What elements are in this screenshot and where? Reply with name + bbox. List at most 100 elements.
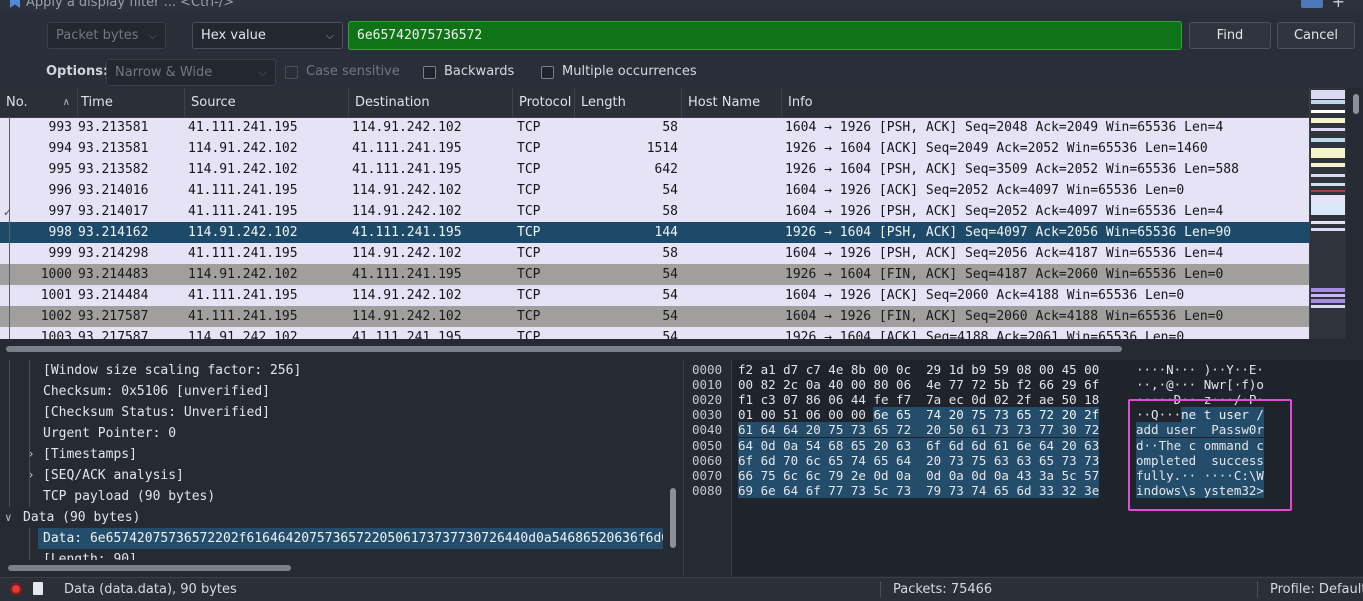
column-header-protocol[interactable]: Protocol — [513, 88, 575, 117]
details-hscrollbar[interactable] — [0, 560, 663, 576]
packet-row[interactable]: 998 93.214162 114.91.242.102 41.111.241.195… — [0, 222, 1309, 243]
search-in-select[interactable]: Packet bytes ⌵ — [47, 22, 166, 49]
packet-row[interactable]: 997 93.214017 41.111.241.195 114.91.242.102… — [0, 201, 1309, 222]
apply-filter-icon[interactable] — [1301, 0, 1323, 8]
packet-cell-time: 93.214483 — [78, 267, 149, 282]
hex-line[interactable]: f2 a1 d7 c7 4e 8b 00 0c 29 1d b9 59 08 0… — [738, 362, 1099, 377]
packet-row[interactable]: 999 93.214298 41.111.241.195 114.91.242.102… — [0, 243, 1309, 264]
packet-cell-info: 1604 → 1926 [FIN, ACK] Seq=2060 Ack=4188… — [785, 309, 1224, 324]
tree-item-checksum[interactable]: Checksum: 0x5106 [unverified] — [43, 381, 270, 402]
ascii-highlight-box — [1128, 399, 1292, 511]
hex-line[interactable]: 01 00 51 06 00 00 6e 65 74 20 75 73 65 7… — [738, 407, 1100, 423]
capture-comment-icon[interactable] — [33, 582, 43, 595]
packet-cell-time: 93.214016 — [78, 183, 149, 198]
column-header-no[interactable]: No. ∧ — [0, 88, 78, 117]
chevron-down-icon: ⌵ — [325, 29, 334, 42]
packet-cell-src: 41.111.241.195 — [188, 120, 298, 135]
tree-item-urgent-pointer[interactable]: Urgent Pointer: 0 — [43, 423, 176, 444]
packet-list-minimap[interactable] — [1309, 88, 1347, 339]
packet-list-vscrollbar[interactable] — [1346, 88, 1363, 339]
column-header-length[interactable]: Length — [575, 88, 682, 117]
packet-row[interactable]: 1003 93.217587 114.91.242.102 41.111.241.19… — [0, 327, 1309, 339]
scroll-thumb[interactable] — [670, 488, 676, 548]
packet-cell-src: 41.111.241.195 — [188, 204, 298, 219]
packet-details-tree[interactable]: [Window size scaling factor: 256] Checks… — [0, 360, 663, 576]
packet-cell-len: 54 — [662, 288, 678, 303]
multiple-occurrences-checkbox[interactable] — [541, 66, 554, 79]
hex-line[interactable]: 00 82 2c 0a 40 00 80 06 4e 77 72 5b f2 6… — [738, 377, 1099, 392]
tree-item-tcp-payload[interactable]: TCP payload (90 bytes) — [43, 486, 215, 507]
packet-cell-dst: 114.91.242.102 — [352, 288, 462, 303]
packet-cell-info: 1604 → 1926 [ACK] Seq=2060 Ack=4188 Win=… — [785, 288, 1185, 303]
related-packet-line — [9, 117, 10, 339]
column-header-host-name[interactable]: Host Name — [682, 88, 782, 117]
tree-item-timestamps[interactable]: [Timestamps] — [43, 444, 137, 465]
chevron-down-icon[interactable]: ∨ — [5, 507, 12, 528]
status-profile[interactable]: Profile: Default — [1270, 582, 1363, 597]
search-input[interactable]: 6e65742075736572 — [348, 21, 1182, 50]
tree-item-checksum-status[interactable]: [Checksum Status: Unverified] — [43, 402, 270, 423]
packet-cell-no: 1002 — [40, 309, 72, 324]
packet-bytes-pane[interactable]: 0000 0010 0020 0030 0040 0050 0060 0070 0080 f2 … — [683, 360, 1363, 576]
cancel-button[interactable]: Cancel — [1277, 22, 1355, 49]
packet-cell-len: 54 — [662, 309, 678, 324]
sort-ascending-icon: ∧ — [62, 97, 70, 108]
packet-cell-src: 41.111.241.195 — [188, 309, 298, 324]
hex-line[interactable]: 69 6e 64 6f 77 73 5c 73 79 73 74 65 6d 3… — [738, 482, 1100, 498]
find-button[interactable]: Find — [1189, 22, 1271, 49]
packet-cell-src: 41.111.241.195 — [188, 246, 298, 261]
packet-cell-no: 994 — [48, 141, 72, 156]
search-type-select[interactable]: Hex value ⌵ — [192, 22, 343, 49]
scroll-thumb[interactable] — [1353, 94, 1359, 114]
tree-item-window-scaling[interactable]: [Window size scaling factor: 256] — [43, 360, 301, 381]
bookmark-icon[interactable] — [10, 0, 20, 8]
hex-line[interactable]: 6f 6d 70 6c 65 74 65 64 20 73 75 63 63 6… — [738, 452, 1100, 468]
packet-cell-info: 1926 → 1604 [ACK] Seq=2049 Ack=2052 Win=… — [785, 141, 1208, 156]
byte-offset: 0010 — [692, 377, 723, 393]
add-filter-button[interactable]: + — [1332, 0, 1345, 11]
column-header-source[interactable]: Source — [185, 88, 349, 117]
tree-item-seq-ack[interactable]: [SEQ/ACK analysis] — [43, 465, 184, 486]
packet-row[interactable]: 996 93.214016 41.111.241.195 114.91.242.102… — [0, 180, 1309, 201]
ascii-line[interactable]: ··,·@··· Nwr[·f)o — [1136, 377, 1264, 392]
packet-cell-len: 58 — [662, 204, 678, 219]
ascii-line[interactable]: ····N··· )··Y··E· — [1136, 362, 1264, 377]
packet-cell-src: 114.91.242.102 — [188, 267, 298, 282]
details-vscrollbar[interactable] — [663, 360, 683, 576]
tree-item-data[interactable]: Data (90 bytes) — [23, 507, 140, 528]
hex-line[interactable]: 61 64 64 20 75 73 65 72 20 50 61 73 73 7… — [738, 422, 1100, 438]
column-header-destination[interactable]: Destination — [349, 88, 513, 117]
packet-row[interactable]: 995 93.213582 114.91.242.102 41.111.241.195… — [0, 159, 1309, 180]
byte-offset: 0060 — [692, 452, 723, 468]
column-header-time[interactable]: Time — [75, 88, 185, 117]
status-field-info: Data (data.data), 90 bytes — [64, 582, 237, 597]
options-label: Options: — [46, 64, 109, 79]
status-divider — [1257, 581, 1258, 598]
packet-cell-proto: TCP — [517, 288, 541, 303]
packet-cell-time: 93.217587 — [78, 330, 149, 339]
hex-line[interactable]: 64 0d 0a 54 68 65 20 63 6f 6d 6d 61 6e 6… — [738, 437, 1100, 453]
scroll-thumb[interactable] — [8, 565, 291, 571]
tree-item-data-bytes[interactable]: Data: 6e65742075736572202f61646420757365… — [38, 528, 663, 549]
backwards-checkbox[interactable] — [423, 66, 436, 79]
packet-row[interactable]: 993 93.213581 41.111.241.195 114.91.242.102… — [0, 117, 1309, 138]
packet-cell-len: 144 — [654, 225, 678, 240]
expert-info-icon[interactable] — [10, 583, 22, 595]
packet-row[interactable]: 1001 93.214484 41.111.241.195 114.91.242.10… — [0, 285, 1309, 306]
scroll-thumb[interactable] — [6, 346, 1122, 352]
column-header-info[interactable]: Info — [782, 88, 1309, 117]
byte-offset: 0050 — [692, 437, 723, 453]
case-sensitive-checkbox[interactable] — [285, 66, 298, 79]
find-packet-bar: Packet bytes ⌵ Hex value ⌵ 6e65742075736… — [0, 12, 1363, 88]
packet-list-hscrollbar[interactable] — [0, 339, 1309, 359]
display-filter-placeholder[interactable]: Apply a display filter ... <Ctrl-/> — [26, 0, 234, 10]
char-mode-select[interactable]: Narrow & Wide ⌵ — [106, 59, 276, 86]
packet-row[interactable]: 994 93.213581 114.91.242.102 41.111.241.195… — [0, 138, 1309, 159]
packet-row[interactable]: 1000 93.214483 114.91.242.102 41.111.241.19… — [0, 264, 1309, 285]
packet-cell-dst: 114.91.242.102 — [352, 183, 462, 198]
hex-line[interactable]: f1 c3 07 86 06 44 fe f7 7a ec 0d 02 2f a… — [738, 392, 1099, 407]
packet-list[interactable]: No. ∧ Time Source Destination Protocol Le… — [0, 88, 1309, 339]
hex-line[interactable]: 66 75 6c 6c 79 2e 0d 0a 0d 0a 0d 0a 43 3… — [738, 467, 1100, 483]
packet-row[interactable]: 1002 93.217587 41.111.241.195 114.91.242.10… — [0, 306, 1309, 327]
search-in-value: Packet bytes — [56, 28, 139, 43]
